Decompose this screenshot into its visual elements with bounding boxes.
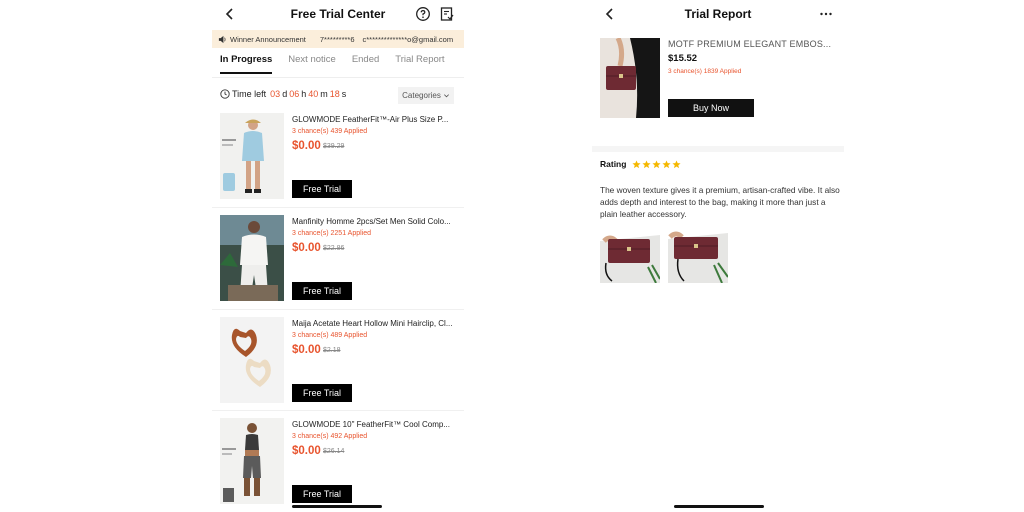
product-chances: 3 chance(s) 439 Applied — [292, 128, 368, 135]
product-card[interactable]: Manfinity Homme 2pcs/Set Men Solid Colo.… — [220, 215, 456, 303]
divider — [212, 309, 464, 310]
original-price: $26.14 — [323, 448, 345, 455]
tab-next-notice[interactable]: Next notice — [288, 54, 336, 74]
categories-label: Categories — [402, 91, 441, 100]
timer-days: 03 — [270, 89, 281, 99]
star-icon — [632, 159, 642, 168]
winner-email: c**************o@gmail.com — [362, 34, 454, 44]
star-icon — [642, 159, 652, 168]
rating-stars — [632, 159, 682, 169]
product-image[interactable] — [600, 38, 660, 118]
review-image[interactable] — [600, 223, 660, 283]
free-trial-button[interactable]: Free Trial — [292, 485, 352, 503]
categories-dropdown[interactable]: Categories — [398, 87, 454, 104]
divider — [212, 410, 464, 411]
product-image[interactable] — [220, 418, 284, 504]
free-trial-button[interactable]: Free Trial — [292, 180, 352, 198]
trial-price: $0.00 — [292, 344, 321, 356]
product-name[interactable]: GLOWMODE FeatherFit™-Air Plus Size P... — [292, 115, 458, 124]
rating-row: Rating — [600, 159, 682, 169]
review-text: The woven texture gives it a premium, ar… — [600, 185, 840, 219]
star-icon — [662, 159, 672, 168]
timer-hours-unit: h — [301, 89, 307, 99]
timer-days-unit: d — [282, 89, 288, 99]
free-trial-button[interactable]: Free Trial — [292, 384, 352, 402]
product-chances: 3 chance(s) 2251 Applied — [292, 230, 371, 237]
status-tabs: In Progress Next notice Ended Trial Repo… — [220, 54, 464, 74]
timer-minutes: 40 — [308, 89, 319, 99]
product-name[interactable]: Maija Acetate Heart Hollow Mini Hairclip… — [292, 319, 458, 328]
trial-price: $0.00 — [292, 445, 321, 457]
chevron-down-icon — [443, 94, 449, 98]
top-bar: Trial Report — [592, 0, 844, 30]
report-icon[interactable] — [439, 6, 455, 22]
star-icon — [672, 159, 682, 168]
original-price: $39.29 — [323, 143, 345, 150]
product-chances: 3 chance(s) 489 Applied — [292, 332, 368, 339]
announcement-label: Winner Announcement — [230, 34, 306, 44]
timer-minutes-unit: m — [320, 89, 328, 99]
top-bar: Free Trial Center — [212, 0, 464, 30]
free-trial-button[interactable]: Free Trial — [292, 282, 352, 300]
original-price: $22.86 — [323, 245, 345, 252]
original-price: $2.18 — [323, 347, 341, 354]
product-card[interactable]: GLOWMODE 10" FeatherFit™ Cool Comp... 3 … — [220, 418, 456, 506]
home-indicator[interactable] — [292, 505, 382, 508]
timer-seconds-unit: s — [341, 89, 347, 99]
timer-hours: 06 — [289, 89, 300, 99]
free-trial-center-screen: Free Trial Center Winner Announcement 7*… — [212, 0, 464, 512]
product-image[interactable] — [220, 317, 284, 403]
trial-price: $0.00 — [292, 140, 321, 152]
product-chances: 3 chance(s) 492 Applied — [292, 433, 368, 440]
product-name[interactable]: Manfinity Homme 2pcs/Set Men Solid Colo.… — [292, 217, 458, 226]
buy-now-button[interactable]: Buy Now — [668, 99, 754, 117]
product-card[interactable]: GLOWMODE FeatherFit™-Air Plus Size P... … — [220, 113, 456, 201]
timer-seconds: 18 — [329, 89, 340, 99]
rating-label: Rating — [600, 159, 627, 169]
help-circle-icon[interactable] — [415, 6, 431, 22]
review-image[interactable] — [668, 223, 728, 283]
product-image[interactable] — [220, 215, 284, 301]
product-name[interactable]: GLOWMODE 10" FeatherFit™ Cool Comp... — [292, 420, 458, 429]
time-left-label: Time left — [232, 89, 267, 99]
product-price: $15.52 — [668, 53, 698, 64]
trial-report-screen: Trial Report MOTF PREMIUM ELEGANT EMBOS.… — [592, 0, 844, 512]
page-title: Trial Report — [684, 7, 752, 21]
home-indicator[interactable] — [674, 505, 764, 508]
chevron-left-icon[interactable] — [602, 6, 618, 22]
winner-user-id: 7*********6 — [319, 34, 355, 44]
countdown-timer: Time left 03 d 06 h 40 m 18 s — [220, 89, 346, 99]
star-icon — [652, 159, 662, 168]
tab-ended[interactable]: Ended — [352, 54, 379, 74]
product-card[interactable]: Maija Acetate Heart Hollow Mini Hairclip… — [220, 317, 456, 405]
tab-in-progress[interactable]: In Progress — [220, 54, 273, 74]
product-name[interactable]: MOTF PREMIUM ELEGANT EMBOS... — [668, 39, 838, 49]
product-image[interactable] — [220, 113, 284, 199]
winner-announcement-bar[interactable]: Winner Announcement 7*********6 c*******… — [212, 30, 464, 48]
section-divider — [592, 146, 844, 152]
divider — [212, 207, 464, 208]
more-icon[interactable] — [818, 6, 834, 22]
tab-trial-report[interactable]: Trial Report — [395, 54, 444, 74]
product-chances: 3 chance(s) 1839 Applied — [668, 68, 742, 75]
chevron-left-icon[interactable] — [222, 6, 238, 22]
speaker-icon — [218, 35, 226, 43]
trial-price: $0.00 — [292, 242, 321, 254]
clock-icon — [220, 89, 230, 99]
tabs-divider — [212, 77, 464, 78]
